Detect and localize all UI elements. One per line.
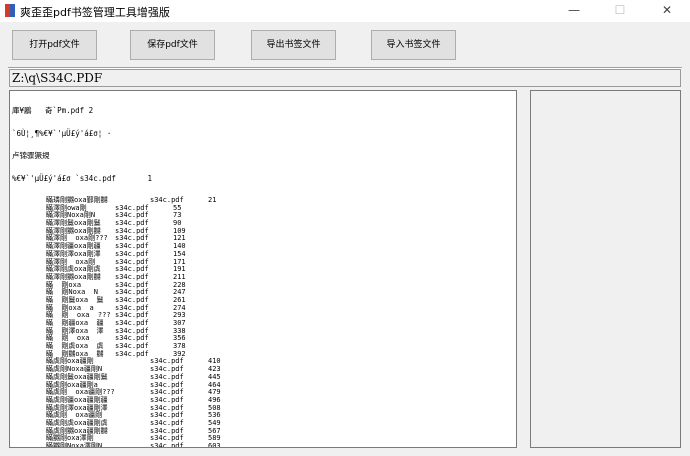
save-pdf-button[interactable]: 保存pdf文件 (130, 30, 215, 60)
header-line: 庫¥鷵 奇`Pm.pdf 2 (12, 106, 94, 115)
bookmark-text-area[interactable]: 庫¥鷵 奇`Pm.pdf 2 `6Ù¦¸¶%€¥`'µÜ£ý'á£σ¦ · 卢锦… (9, 90, 517, 448)
maximize-button[interactable]: ☐ (597, 0, 643, 22)
header-line: `6Ù¦¸¶%€¥`'µÜ£ý'á£σ¦ · (12, 128, 112, 138)
export-bookmarks-button[interactable]: 导出书签文件 (251, 30, 336, 60)
bookmark-header: 庫¥鷵 奇`Pm.pdf 2 `6Ù¦¸¶%€¥`'µÜ£ý'á£σ¦ · 卢锦… (12, 92, 516, 197)
preview-panel (530, 90, 681, 448)
bookmark-title: 瞞嬲剛Noxa澤剛N (46, 442, 103, 448)
open-pdf-button[interactable]: 打开pdf文件 (12, 30, 97, 60)
bookmark-list: 瞞璘剛嬲oxa鄞剛嬲 s34c.pdf 21 瞞澤剛owa剛 s34c.pdf 55 瞞澤剛… (10, 196, 516, 448)
header-line: 卢锦骤獗規 (12, 151, 50, 160)
bookmark-file: s34c.pdf (115, 349, 149, 358)
title-bar: 爽歪歪pdf书签管理工具增强版 — ☐ ✕ (0, 0, 690, 22)
header-line: %€¥`'µÜ£ý'á£σ `s34c.pdf 1 (12, 173, 152, 183)
app-icon (5, 4, 15, 17)
close-button[interactable]: ✕ (644, 0, 690, 22)
bookmark-page: 21 (208, 196, 217, 204)
bookmark-page: 603 (208, 442, 221, 448)
file-path-field[interactable]: Z:\q\S34C.PDF (9, 69, 681, 87)
bookmark-row: 瞞嬲剛Noxa澤剛N s34c.pdf 603 (10, 442, 516, 448)
bookmark-row: 瞞澤剛嬲oxa剛嬲 s34c.pdf 211 (10, 273, 516, 282)
import-bookmarks-button[interactable]: 导入书签文件 (371, 30, 456, 60)
bookmark-file: s34c.pdf (150, 442, 184, 448)
window-title: 爽歪歪pdf书签管理工具增强版 (20, 6, 170, 19)
minimize-button[interactable]: — (551, 0, 597, 22)
